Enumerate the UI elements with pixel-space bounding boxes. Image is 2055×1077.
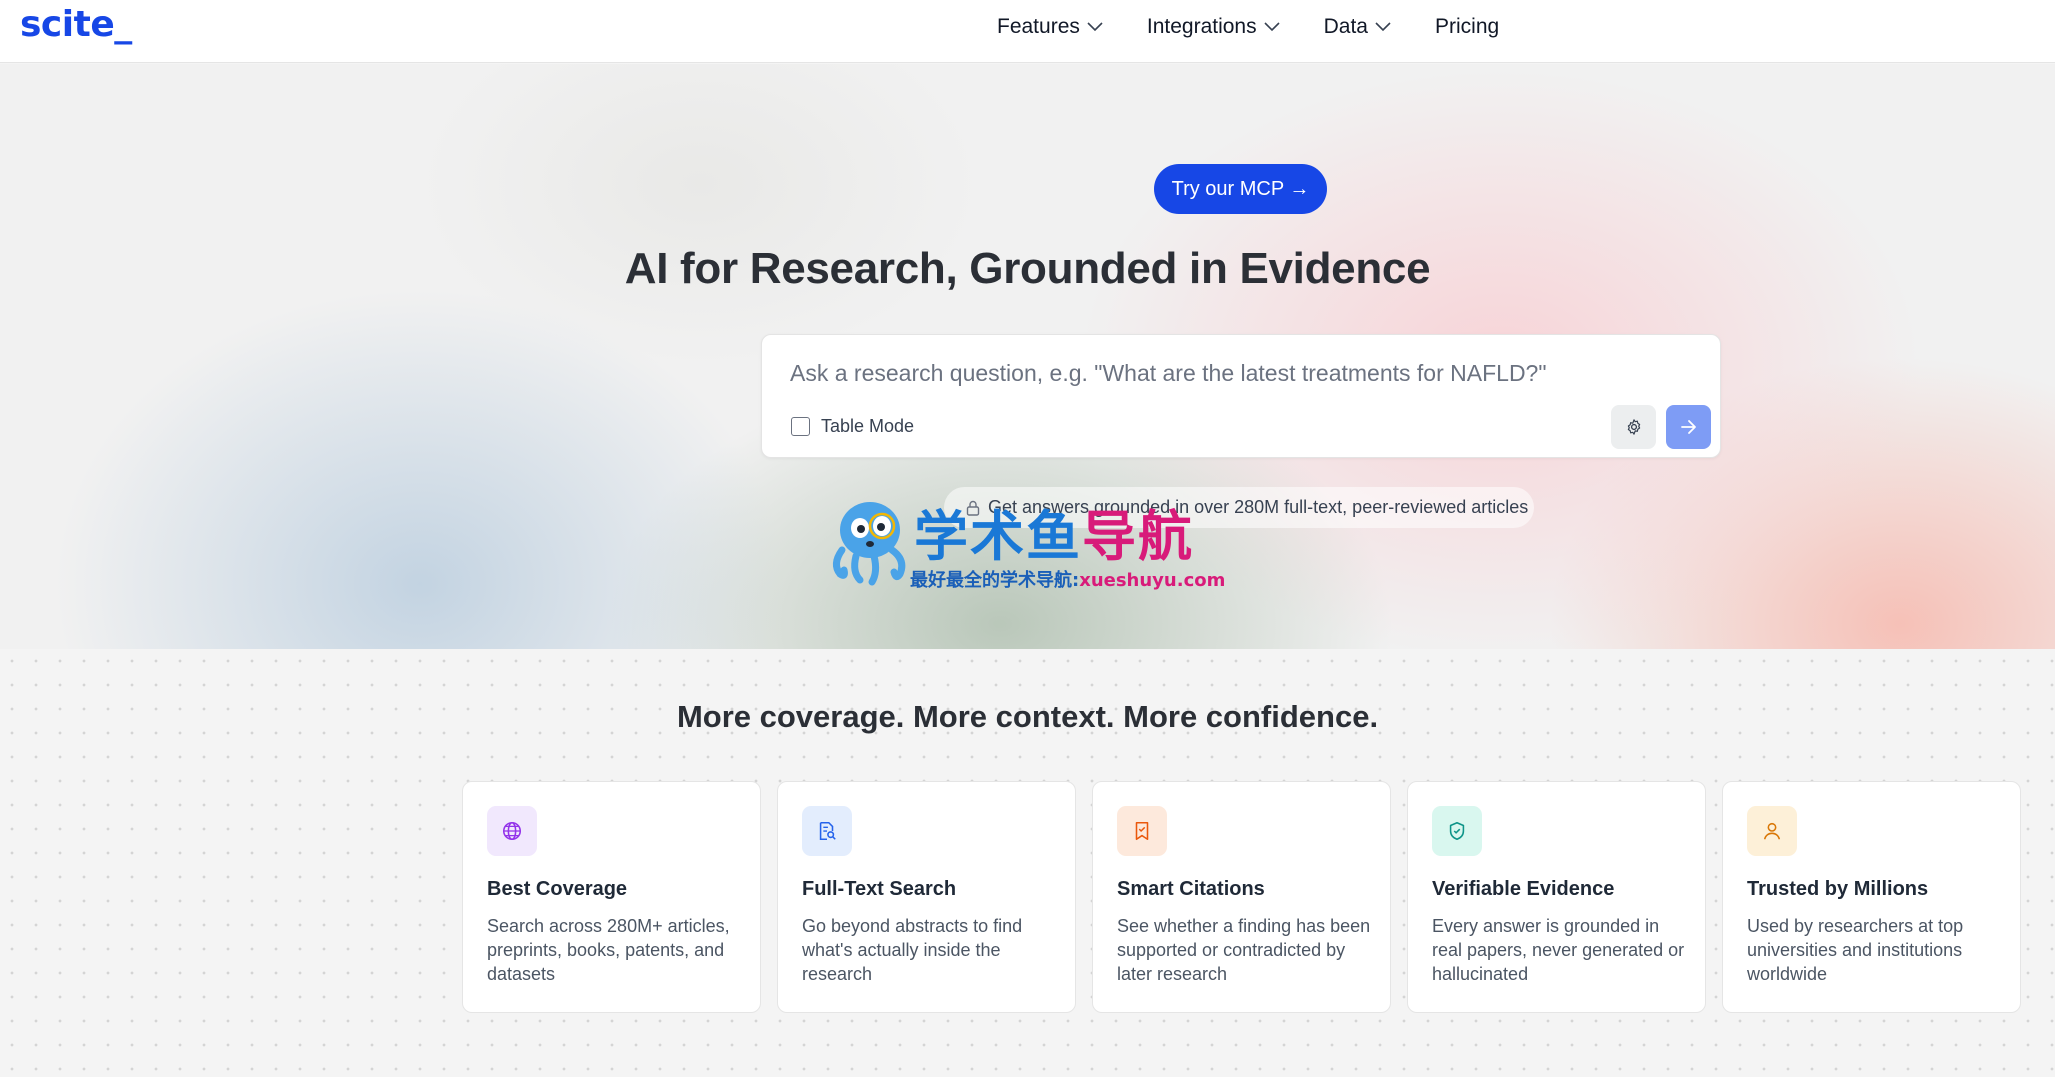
xueshuyu-watermark: 学术鱼导航 最好最全的学术导航:xueshuyu.com [822,494,1242,604]
feature-card-smart-citations: Smart Citations See whether a finding ha… [1092,781,1391,1013]
chevron-down-icon [1087,22,1103,32]
features-title: More coverage. More context. More confid… [676,699,1379,734]
features-section: More coverage. More context. More confid… [0,649,2055,1077]
scite-logo[interactable]: scite_ [20,4,132,45]
chevron-down-icon [1264,22,1280,32]
card-icon-wrap [1117,806,1167,856]
user-icon [1763,822,1781,840]
card-title: Verifiable Evidence [1432,878,1615,900]
feature-card-trusted-by-millions: Trusted by Millions Used by researchers … [1722,781,2021,1013]
card-title: Trusted by Millions [1747,878,1929,900]
gear-icon [1627,419,1640,435]
feature-card-best-coverage: Best Coverage Search across 280M+ articl… [462,781,761,1013]
card-title: Full-Text Search [802,878,957,900]
table-mode-label: Table Mode [821,416,915,436]
main-nav: Features Integrations Data Pricing [997,0,1543,54]
card-description: Search across 280M+ articles, preprints,… [487,916,730,984]
feature-card-verifiable-evidence: Verifiable Evidence Every answer is grou… [1407,781,1706,1013]
globe-icon [502,821,522,841]
card-description: Go beyond abstracts to find what's actua… [802,916,1023,984]
top-navbar: scite_ Features Integrations Data Pricin… [0,0,2055,63]
card-icon-wrap [802,806,852,856]
shield-check-icon [1449,821,1465,841]
research-question-input[interactable] [790,353,1670,393]
nav-item-features[interactable]: Features [997,15,1103,39]
card-icon-wrap [487,806,537,856]
table-mode-checkbox[interactable] [791,417,810,436]
nav-item-label: Data [1323,15,1368,38]
watermark-subtitle-text: 最好最全的学术导航: [910,570,1080,591]
card-icon-wrap [1432,806,1482,856]
document-search-icon [819,821,836,841]
nav-item-integrations[interactable]: Integrations [1147,15,1280,39]
arrow-right-icon [1680,420,1696,434]
nav-item-label: Integrations [1146,15,1257,38]
nav-item-pricing[interactable]: Pricing [1435,15,1499,39]
watermark-subtitle: 最好最全的学术导航:xueshuyu.com [910,566,1225,592]
table-mode-toggle[interactable]: Table Mode [791,416,914,437]
watermark-title: 学术鱼导航 [914,492,1194,571]
hero-title: AI for Research, Grounded in Evidence [624,244,1431,293]
search-box: Table Mode [761,334,1721,458]
card-description: See whether a finding has been supported… [1117,916,1371,984]
nav-item-data[interactable]: Data [1324,15,1391,39]
bookmark-citation-icon [1135,821,1149,841]
watermark-url: xueshuyu.com [1079,570,1226,591]
feature-card-full-text-search: Full-Text Search Go beyond abstracts to … [777,781,1076,1013]
octopus-mascot-icon [833,502,906,586]
card-description: Every answer is grounded in real papers,… [1432,916,1685,984]
card-description: Used by researchers at top universities … [1747,916,1964,984]
watermark-title-blue: 学术鱼 [914,505,1082,568]
watermark-title-pink: 导航 [1082,505,1194,568]
hero-section: Try our MCP → AI for Research, Grounded … [0,64,2055,649]
submit-search-button[interactable] [1666,405,1711,449]
nav-item-label: Features [997,15,1080,38]
settings-button[interactable] [1611,405,1656,449]
card-icon-wrap [1747,806,1797,856]
card-title: Best Coverage [487,878,628,900]
try-mcp-button[interactable]: Try our MCP → [1154,164,1327,214]
nav-item-label: Pricing [1434,15,1500,38]
card-title: Smart Citations [1117,878,1265,900]
chevron-down-icon [1375,22,1391,32]
